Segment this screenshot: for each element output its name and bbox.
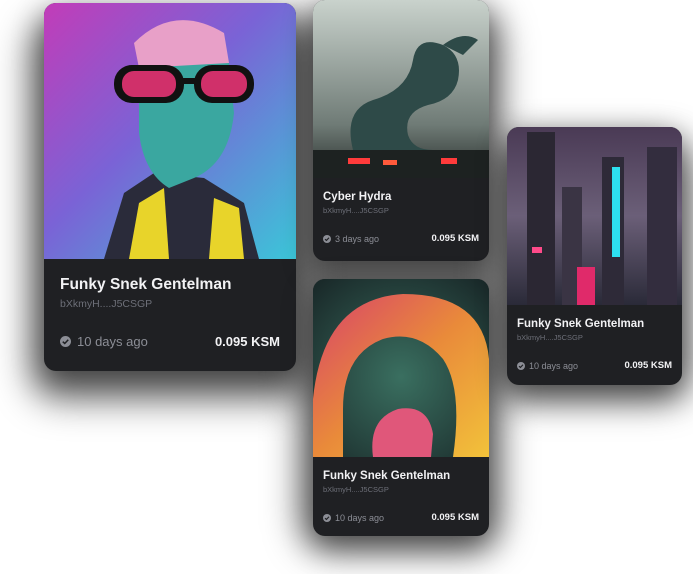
card-footer: 10 days ago 0.095 KSM	[517, 360, 672, 371]
card-price: 0.095 KSM	[431, 233, 479, 244]
card-time: 3 days ago	[323, 234, 379, 244]
card-time: 10 days ago	[323, 513, 384, 523]
card-title: Funky Snek Gentelman	[323, 470, 451, 482]
card-time-text: 10 days ago	[77, 334, 148, 349]
check-circle-icon	[60, 336, 71, 347]
card-owner: bXkmyH....J5CSGP	[323, 206, 389, 215]
card-info: Cyber Hydra bXkmyH....J5CSGP 3 days ago …	[313, 178, 489, 261]
nft-card[interactable]: Funky Snek Gentelman bXkmyH....J5CSGP 10…	[313, 279, 489, 536]
check-circle-icon	[323, 513, 331, 522]
card-price: 0.095 KSM	[214, 334, 280, 349]
card-footer: 10 days ago 0.095 KSM	[60, 334, 280, 349]
nft-card[interactable]: Funky Snek Gentelman bXkmyH....J5CSGP 10…	[44, 3, 296, 371]
nft-card[interactable]: Cyber Hydra bXkmyH....J5CSGP 3 days ago …	[313, 0, 489, 261]
nft-artwork-snake-coil	[313, 279, 489, 457]
card-time: 10 days ago	[60, 334, 148, 349]
card-owner: bXkmyH....J5CSGP	[323, 485, 389, 494]
card-info: Funky Snek Gentelman bXkmyH....J5CSGP 10…	[44, 259, 296, 371]
card-time-text: 10 days ago	[335, 512, 385, 523]
card-price: 0.095 KSM	[431, 512, 479, 523]
nft-artwork-snake-gentleman	[44, 3, 296, 259]
card-title: Funky Snek Gentelman	[517, 318, 645, 330]
card-owner: bXkmyH....J5CSGP	[60, 298, 153, 310]
card-footer: 3 days ago 0.095 KSM	[323, 233, 479, 244]
card-footer: 10 days ago 0.095 KSM	[323, 512, 479, 523]
card-title: Funky Snek Gentelman	[60, 276, 232, 293]
check-circle-icon	[517, 361, 525, 370]
card-owner: bXkmyH....J5CSGP	[517, 333, 583, 342]
card-info: Funky Snek Gentelman bXkmyH....J5CSGP 10…	[507, 305, 682, 385]
card-price: 0.095 KSM	[624, 360, 672, 371]
card-info: Funky Snek Gentelman bXkmyH....J5CSGP 10…	[313, 457, 489, 536]
nft-artwork-neon-city	[507, 127, 682, 305]
nft-artwork-cyber-hydra	[313, 0, 489, 178]
nft-card[interactable]: Funky Snek Gentelman bXkmyH....J5CSGP 10…	[507, 127, 682, 385]
card-time-text: 3 days ago	[335, 233, 380, 244]
check-circle-icon	[323, 234, 331, 243]
card-time-text: 10 days ago	[529, 360, 579, 371]
card-title: Cyber Hydra	[323, 191, 392, 203]
card-time: 10 days ago	[517, 361, 578, 371]
